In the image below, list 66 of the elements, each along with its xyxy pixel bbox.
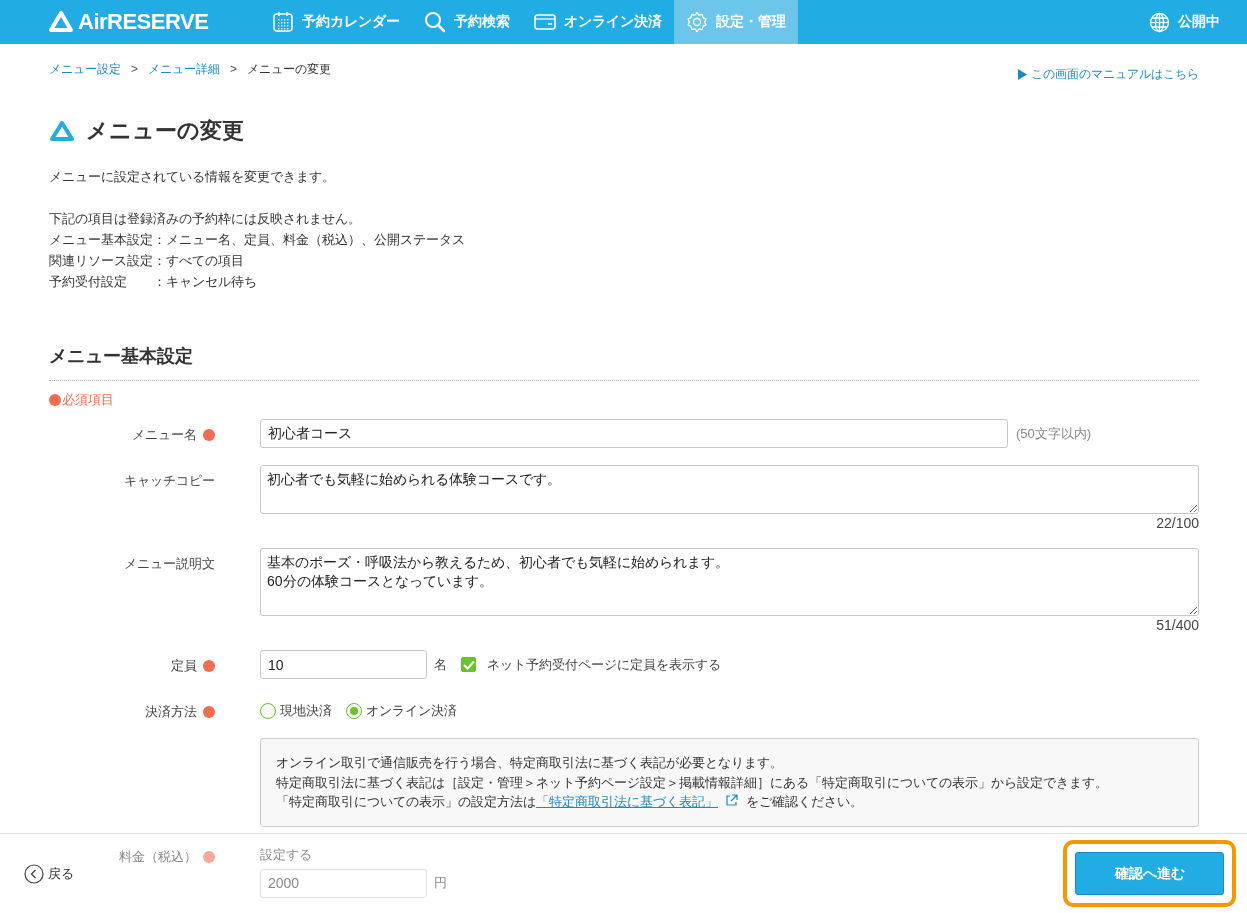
char-counter: 22/100 [1156,515,1199,531]
search-icon [424,11,447,33]
note-value: ：すべての項目 [153,252,245,270]
confirm-button[interactable]: 確認へ進む [1075,852,1224,895]
notice-text: オンライン取引で通信販売を行う場合、特定商取引法に基づく表記が必要となります。 [276,755,783,770]
required-dot [49,394,61,406]
required-dot [203,660,215,672]
note-label: 関連リソース設定 [49,252,153,270]
notice-text: 「特定商取引についての表示」の設定方法は [276,794,536,809]
radio-button[interactable] [346,702,362,719]
text-area[interactable]: 初心者でも気軽に始められる体験コースです。 [260,465,1199,514]
calendar-icon [272,11,295,33]
manual-link[interactable]: この画面のマニュアルはこちら [1017,65,1199,83]
char-counter: 51/400 [1156,617,1199,633]
breadcrumb-separator: > [230,62,238,76]
field-label: 料金（税込） [119,847,197,866]
field-label: メニュー説明文 [124,555,215,573]
section-title: メニュー基本設定 [49,346,193,366]
notice-text: をご確認ください。 [746,794,863,809]
radio-button[interactable] [260,702,276,719]
globe-icon [1149,11,1170,33]
external-link-icon [725,794,738,807]
price-field[interactable]: 2000 [260,868,427,898]
notice-text: 特定商取引法に基づく表記は［設定・管理＞ネット予約ページ設定＞掲載情報詳細］にある「特定商取引についての表示」から設定できます。 [276,774,1108,790]
field-label: メニュー名 [132,426,197,444]
checkbox-label: ネット予約受付ページに定員を表示する [487,655,721,674]
menu-name-field[interactable]: 初心者コース [260,419,1008,448]
breadcrumb-link[interactable]: メニュー設定 [49,60,121,78]
notes-heading: 下記の項目は登録済みの予約枠には反映されません。 [49,211,361,226]
note-label: 予約受付設定 [49,273,128,291]
breadcrumb-current: メニューの変更 [247,60,332,78]
radio-label: 現地決済 [280,701,332,720]
nav-tab[interactable]: 予約検索 [412,0,523,44]
radio-label: オンライン決済 [366,701,457,720]
hint-text: (50文字以内) [1016,424,1092,443]
text-area[interactable]: 基本のポーズ・呼吸法から教えるため、初心者でも気軽に始められます。 60分の体験コースとなっています。 [260,548,1199,616]
app-logo[interactable]: AirRESERVE [78,9,209,35]
breadcrumb-separator: > [131,62,138,76]
back-button[interactable]: 戻る [24,863,74,884]
nav-tab[interactable]: 予約カレンダー [260,0,413,44]
capacity-field[interactable]: 10 [260,650,427,679]
logo-icon [48,10,74,34]
publish-status: 公開中 [1178,13,1220,31]
wallet-icon [534,11,557,33]
field-label: 定員 [171,657,197,675]
breadcrumb-link[interactable]: メニュー詳細 [148,60,220,78]
note-value: ：メニュー名、定員、料金（税込）、公開ステータス [153,231,466,249]
page-title: メニューの変更 [86,117,244,145]
required-legend: 必須項目 [62,391,114,409]
field-label: 決済方法 [145,703,197,721]
note-value: ：キャンセル待ち [153,273,258,291]
unit-text: 名 [434,655,447,674]
required-dot [203,429,215,441]
note-label: メニュー基本設定 [49,231,153,249]
nav-tab[interactable]: オンライン決済 [522,0,675,44]
required-dot [203,850,215,863]
required-dot [203,706,215,718]
settings-icon [686,11,709,33]
field-label: キャッチコピー [124,472,215,490]
intro-text: メニューに設定されている情報を変更できます。 [49,169,335,184]
play-icon [1017,68,1027,80]
option-label: 設定する [260,846,312,864]
checkbox[interactable] [461,657,476,672]
unit-text: 円 [434,874,447,892]
logo-icon [49,119,75,143]
law-link[interactable]: 「特定商取引法に基づく表記」 [536,794,718,809]
